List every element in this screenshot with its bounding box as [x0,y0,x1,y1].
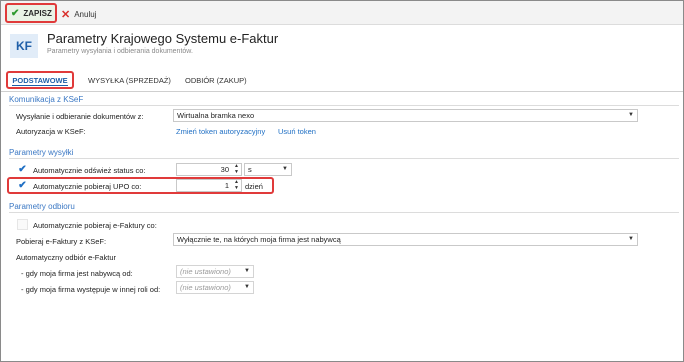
cancel-button-label: Anuluj [74,9,97,19]
auth-label: Autoryzacja w KSeF: [16,127,86,136]
check-icon: ✔ [18,180,27,191]
buyer-select[interactable]: (nie ustawiono) ▼ [176,265,254,278]
auto-receive-label: Automatyczny odbiór e-Faktur [16,253,117,262]
tab-wysylka[interactable]: WYSYŁKA (SPRZEDAŻ) [84,71,175,89]
refresh-interval-input[interactable]: 30 ▲ ▼ [176,163,242,176]
chevron-down-icon: ▼ [244,268,250,274]
section-divider [9,212,679,213]
page-subtitle: Parametry wysyłania i odbierania dokumen… [47,48,193,55]
section-divider [9,105,679,106]
section-divider [9,158,679,159]
save-button[interactable]: ✔ ZAPISZ [5,3,57,23]
chevron-down-icon: ▼ [244,284,250,290]
send-receive-label: Wysyłanie i odbieranie dokumentów z: [16,112,144,121]
other-role-label: - gdy moja firma występuje w innej roli … [21,285,161,294]
change-token-link[interactable]: Zmień token autoryzacyjny [176,127,265,136]
other-role-select[interactable]: (nie ustawiono) ▼ [176,281,254,294]
spinner-arrows-icon[interactable]: ▲ ▼ [234,179,239,191]
x-icon: ✕ [61,8,71,21]
save-button-label: ZAPISZ [23,8,52,18]
toolbar: ✔ ZAPISZ ✕ Anuluj [1,1,683,25]
buyer-label: - gdy moja firma jest nabywcą od: [21,269,133,278]
chevron-down-icon: ▼ [282,166,288,172]
section-title-odbior: Parametry odbioru [9,202,75,211]
tab-odbior[interactable]: ODBIÓR (ZAKUP) [181,71,251,89]
remove-token-link[interactable]: Usuń token [278,127,316,136]
check-icon: ✔ [18,164,27,175]
other-role-value: (nie ustawiono) [180,283,231,292]
fetch-source-label: Pobieraj e-Faktury z KSeF: [16,237,107,246]
upo-checkbox[interactable]: ✔ [17,180,28,191]
tab-podstawowe[interactable]: PODSTAWOWE [6,71,74,89]
refresh-status-checkbox[interactable]: ✔ [17,164,28,175]
module-logo: KF [10,34,38,58]
upo-unit-label: dzień [245,182,263,191]
chevron-down-icon: ▼ [628,236,634,242]
tab-bar: PODSTAWOWE WYSYŁKA (SPRZEDAŻ) ODBIÓR (ZA… [1,68,683,92]
spinner-arrows-icon[interactable]: ▲ ▼ [234,163,239,175]
auto-fetch-label: Automatycznie pobieraj e-Faktury co: [33,221,157,230]
fetch-source-select[interactable]: Wyłącznie te, na których moja firma jest… [173,233,638,246]
buyer-value: (nie ustawiono) [180,267,231,276]
chevron-down-icon: ▼ [628,112,634,118]
page-title: Parametry Krajowego Systemu e-Faktur [47,31,279,46]
refresh-status-label: Automatycznie odśwież status co: [33,166,146,175]
fetch-source-value: Wyłącznie te, na których moja firma jest… [177,235,341,244]
page-header: KF Parametry Krajowego Systemu e-Faktur … [1,26,683,68]
refresh-unit-value: s [248,165,252,174]
cancel-button[interactable]: ✕ Anuluj [61,6,96,22]
upo-label: Automatycznie pobieraj UPO co: [33,182,142,191]
refresh-unit-select[interactable]: s ▼ [244,163,292,176]
section-title-komunikacja: Komunikacja z KSeF [9,95,84,104]
check-icon: ✔ [11,7,20,19]
send-receive-value: Wirtualna bramka nexo [177,111,255,120]
section-title-wysylka: Parametry wysyłki [9,148,74,157]
send-receive-select[interactable]: Wirtualna bramka nexo ▼ [173,109,638,122]
upo-interval-value: 1 [224,181,229,190]
upo-interval-input[interactable]: 1 ▲ ▼ [176,179,242,192]
refresh-interval-value: 30 [220,165,229,174]
auto-fetch-checkbox[interactable] [17,219,28,230]
